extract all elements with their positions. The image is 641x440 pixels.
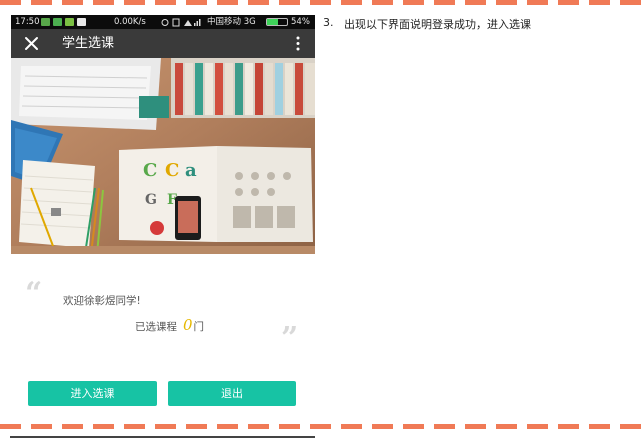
more-vert-icon[interactable]: [295, 36, 301, 51]
bottom-dashed-border: [0, 424, 641, 429]
welcome-greeting: 欢迎徐彰煜同学!: [63, 295, 141, 307]
battery-icon: [266, 18, 288, 26]
step-instruction: 出现以下界面说明登录成功，进入选课: [344, 18, 531, 31]
enter-course-selection-button[interactable]: 进入选课: [28, 381, 157, 406]
selected-courses-count: 0: [183, 316, 193, 334]
page-title: 学生选课: [62, 36, 115, 51]
exit-button[interactable]: 退出: [168, 381, 296, 406]
open-quote-mark: “: [25, 276, 43, 311]
svg-text:G: G: [145, 192, 157, 208]
notification-icon: [41, 18, 50, 26]
top-dashed-border: [0, 0, 641, 5]
status-bar: 17:50 0.00K/s 中国移动 3G 54%: [11, 15, 315, 29]
step-number: 3.: [323, 16, 334, 29]
hero-image: C C a G F c: [11, 58, 315, 254]
close-icon[interactable]: [24, 36, 39, 51]
image-icon: [77, 18, 86, 26]
app-bar: 学生选课: [11, 29, 315, 58]
network-speed: 0.00K/s: [114, 17, 146, 27]
selected-courses-unit: 门: [193, 321, 205, 333]
selected-courses-line: 已选课程 0 门: [135, 316, 204, 334]
svg-text:C: C: [143, 160, 157, 181]
close-quote-mark: ”: [281, 321, 299, 356]
wechat-icon: [53, 18, 62, 26]
selected-courses-label: 已选课程: [135, 321, 177, 333]
status-time: 17:50: [15, 17, 40, 27]
carrier-name: 中国移动 3G: [207, 17, 256, 27]
battery-percent: 54%: [291, 17, 310, 27]
welcome-area: “ 欢迎徐彰煜同学! 已选课程 0 门 ”: [11, 254, 315, 364]
battery-level: [267, 19, 278, 25]
bottom-divider: [10, 436, 315, 438]
svg-text:C: C: [165, 160, 179, 181]
app-icon: [65, 18, 74, 26]
phone-screenshot: 17:50 0.00K/s 中国移动 3G 54% 学生选课 C C a G F…: [11, 15, 315, 407]
status-icons: [161, 18, 201, 27]
svg-text:a: a: [185, 160, 197, 181]
